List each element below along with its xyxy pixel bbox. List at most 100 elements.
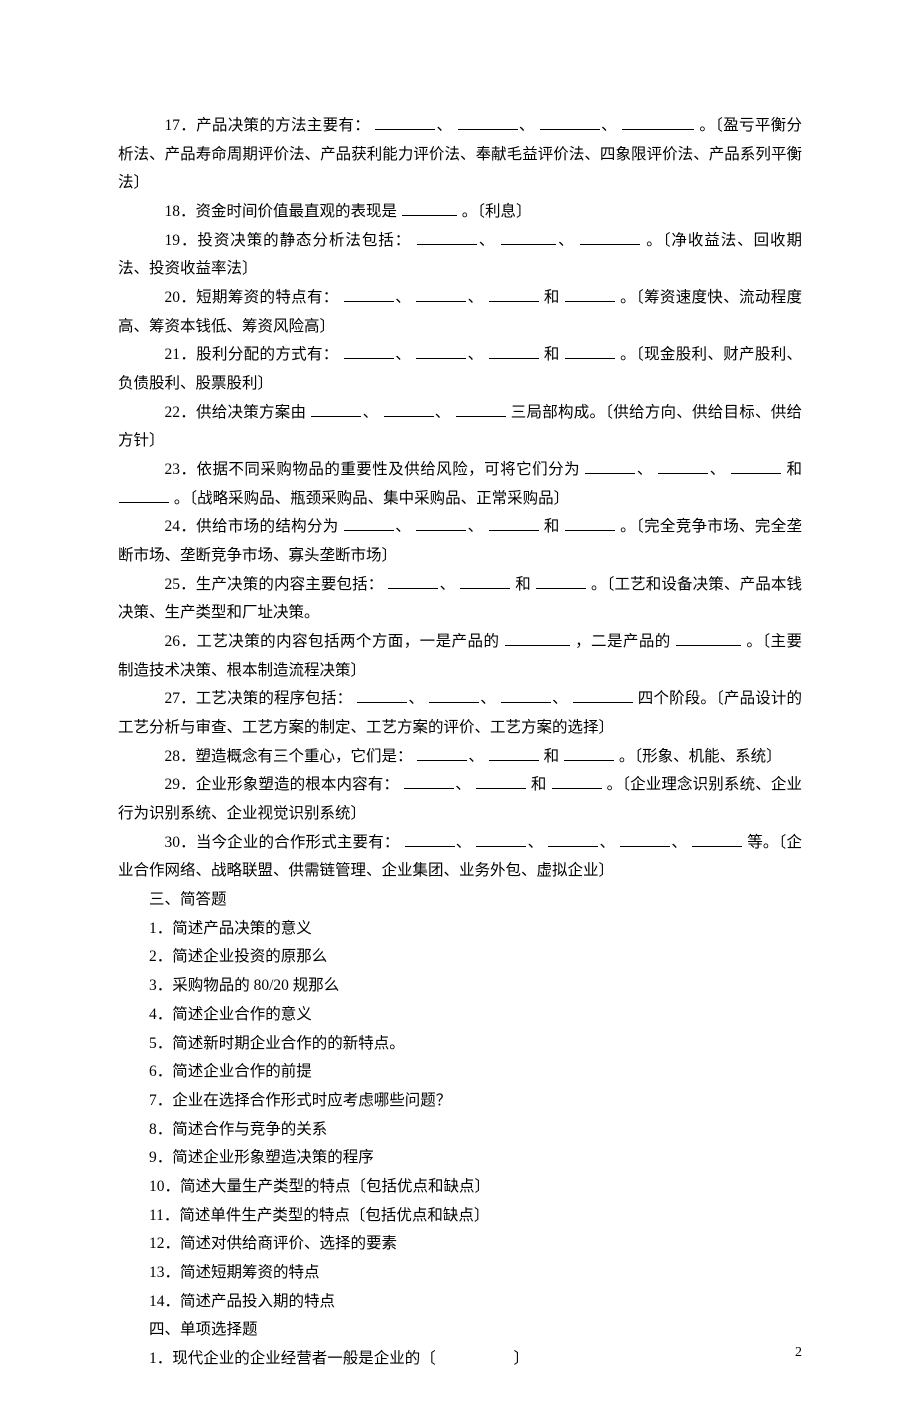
blank[interactable] [676, 631, 741, 646]
sep: 、 [395, 289, 411, 306]
sep: 、 [480, 690, 496, 707]
q24-and: 和 [544, 518, 560, 535]
q18-text-b: 。〔利息〕 [462, 203, 532, 220]
blank[interactable] [580, 230, 640, 245]
blank[interactable] [344, 516, 394, 531]
mc-q1-text-a: 1．现代企业的企业经营者一般是企业的〔 [149, 1350, 436, 1367]
blank[interactable] [402, 201, 457, 216]
q23-text-a: 23．依据不同采购物品的重要性及供给风险，可将它们分为 [165, 461, 581, 478]
blank[interactable] [540, 115, 600, 130]
sa-item: 5．简述新时期企业合作的的新特点。 [118, 1030, 802, 1059]
blank[interactable] [585, 459, 635, 474]
document-page: 17．产品决策的方法主要有： 、 、 、 。〔盈亏平衡分析法、产品寿命周期评价法… [0, 0, 920, 1414]
sa-item: 4．简述企业合作的意义 [118, 1001, 802, 1030]
q30-text-a: 30．当今企业的合作形式主要有： [165, 834, 400, 851]
blank[interactable] [416, 516, 466, 531]
fill-q28: 28．塑造概念有三个重心，它们是： 、 和 。〔形象、机能、系统〕 [118, 743, 802, 772]
sep: 、 [456, 834, 472, 851]
fill-q25: 25．生产决策的内容主要包括： 、 和 。〔工艺和设备决策、产品本钱决策、生产类… [118, 571, 802, 628]
q21-text-a: 21．股利分配的方式有： [165, 346, 339, 363]
sa-item: 6．简述企业合作的前提 [118, 1058, 802, 1087]
blank[interactable] [489, 287, 539, 302]
blank[interactable] [501, 689, 551, 704]
blank[interactable] [384, 402, 434, 417]
sep: 、 [435, 404, 451, 421]
q25-text-a: 25．生产决策的内容主要包括： [165, 576, 384, 593]
sa-item: 2．简述企业投资的原那么 [118, 943, 802, 972]
fill-q23: 23．依据不同采购物品的重要性及供给风险，可将它们分为 、 、 和 。〔战略采购… [118, 456, 802, 513]
blank[interactable] [417, 230, 477, 245]
sep: 、 [552, 690, 568, 707]
blank[interactable] [692, 832, 742, 847]
sep: 、 [395, 518, 411, 535]
blank[interactable] [375, 115, 435, 130]
blank[interactable] [548, 832, 598, 847]
q27-text-a: 27．工艺决策的程序包括： [165, 690, 353, 707]
blank[interactable] [404, 775, 454, 790]
blank[interactable] [489, 516, 539, 531]
blank[interactable] [620, 832, 670, 847]
blank[interactable] [565, 287, 615, 302]
blank[interactable] [311, 402, 361, 417]
sep: 、 [601, 117, 617, 134]
blank[interactable] [476, 832, 526, 847]
q28-text-a: 28．塑造概念有三个重心，它们是： [165, 748, 413, 765]
sa-item: 9．简述企业形象塑造决策的程序 [118, 1144, 802, 1173]
blank[interactable] [456, 402, 506, 417]
blank[interactable] [536, 574, 586, 589]
sep: 、 [557, 232, 574, 249]
sep: 、 [527, 834, 543, 851]
blank[interactable] [416, 344, 466, 359]
blank[interactable] [489, 344, 539, 359]
blank[interactable] [458, 115, 518, 130]
blank[interactable] [573, 689, 633, 704]
blank[interactable] [388, 574, 438, 589]
blank[interactable] [460, 574, 510, 589]
q29-and: 和 [531, 776, 547, 793]
sa-item: 8．简述合作与竞争的关系 [118, 1116, 802, 1145]
blank[interactable] [505, 631, 570, 646]
page-number: 2 [795, 1340, 802, 1366]
fill-q29: 29．企业形象塑造的根本内容有： 、 和 。〔企业理念识别系统、企业行为识别系统… [118, 771, 802, 828]
blank[interactable] [357, 689, 407, 704]
blank[interactable] [565, 516, 615, 531]
blank[interactable] [489, 746, 539, 761]
q17-text-a: 17．产品决策的方法主要有： [165, 117, 371, 134]
sep: 、 [455, 776, 471, 793]
blank[interactable] [731, 459, 781, 474]
sa-item: 1．简述产品决策的意义 [118, 915, 802, 944]
blank[interactable] [119, 488, 169, 503]
blank[interactable] [417, 746, 467, 761]
sa-item: 12．简述对供给商评价、选择的要素 [118, 1230, 802, 1259]
sep: 、 [467, 518, 483, 535]
sep: 、 [478, 232, 495, 249]
section-4-heading: 四、单项选择题 [118, 1316, 802, 1345]
blank[interactable] [658, 459, 708, 474]
sa-item: 7．企业在选择合作形式时应考虑哪些问题？ [118, 1087, 802, 1116]
q23-text-c: 。〔战略采购品、瓶颈采购品、集中采购品、正常采购品〕 [174, 490, 569, 507]
sep: 、 [395, 346, 411, 363]
blank[interactable] [416, 287, 466, 302]
blank[interactable] [501, 230, 556, 245]
blank[interactable] [344, 287, 394, 302]
blank[interactable] [429, 689, 479, 704]
q28-and: 和 [544, 748, 560, 765]
sep: 、 [362, 404, 378, 421]
blank[interactable] [622, 115, 694, 130]
blank[interactable] [552, 775, 602, 790]
blank[interactable] [565, 344, 615, 359]
sep: 、 [408, 690, 424, 707]
fill-q22: 22．供给决策方案由 、 、 三局部构成。〔供给方向、供给目标、供给方针〕 [118, 399, 802, 456]
blank[interactable] [405, 832, 455, 847]
blank[interactable] [564, 746, 614, 761]
q21-and: 和 [544, 346, 560, 363]
sep: 、 [467, 289, 483, 306]
q23-and: 和 [786, 461, 802, 478]
blank[interactable] [344, 344, 394, 359]
sa-item: 13．简述短期筹资的特点 [118, 1259, 802, 1288]
sep: 、 [709, 461, 725, 478]
q26-text-b: ，二是产品的 [575, 633, 671, 650]
blank[interactable] [476, 775, 526, 790]
q26-text-a: 26．工艺决策的内容包括两个方面，一是产品的 [165, 633, 500, 650]
sep: 、 [468, 748, 484, 765]
